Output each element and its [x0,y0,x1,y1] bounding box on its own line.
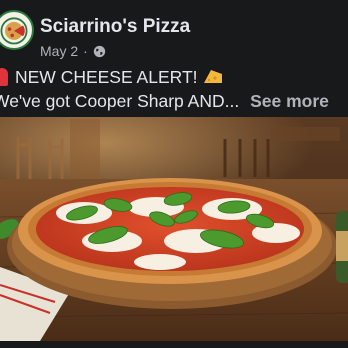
meta-separator: · [83,43,88,59]
next-photo-preview[interactable] [336,211,348,283]
globe-icon[interactable] [93,45,106,58]
post-meta: May 2 · [40,43,106,59]
page-name[interactable]: Sciarrino's Pizza [40,16,190,38]
cheese-icon [203,70,222,83]
post-date[interactable]: May 2 [40,43,78,59]
page-avatar[interactable] [0,10,34,50]
pizza-logo-icon [0,13,31,47]
siren-icon [0,68,8,86]
post-header: Sciarrino's Pizza May 2 · [0,6,348,64]
post-text: NEW CHEESE ALERT! We've got Cooper Sharp… [0,65,348,113]
post-body-text: We've got Cooper Sharp AND... [0,91,240,111]
post-line-2: We've got Cooper Sharp AND... See more [0,89,348,113]
post-line-1: NEW CHEESE ALERT! [0,65,348,89]
post-headline: NEW CHEESE ALERT! [15,67,198,87]
pizza-photo[interactable] [0,117,348,341]
see-more-link[interactable]: See more [250,91,329,111]
